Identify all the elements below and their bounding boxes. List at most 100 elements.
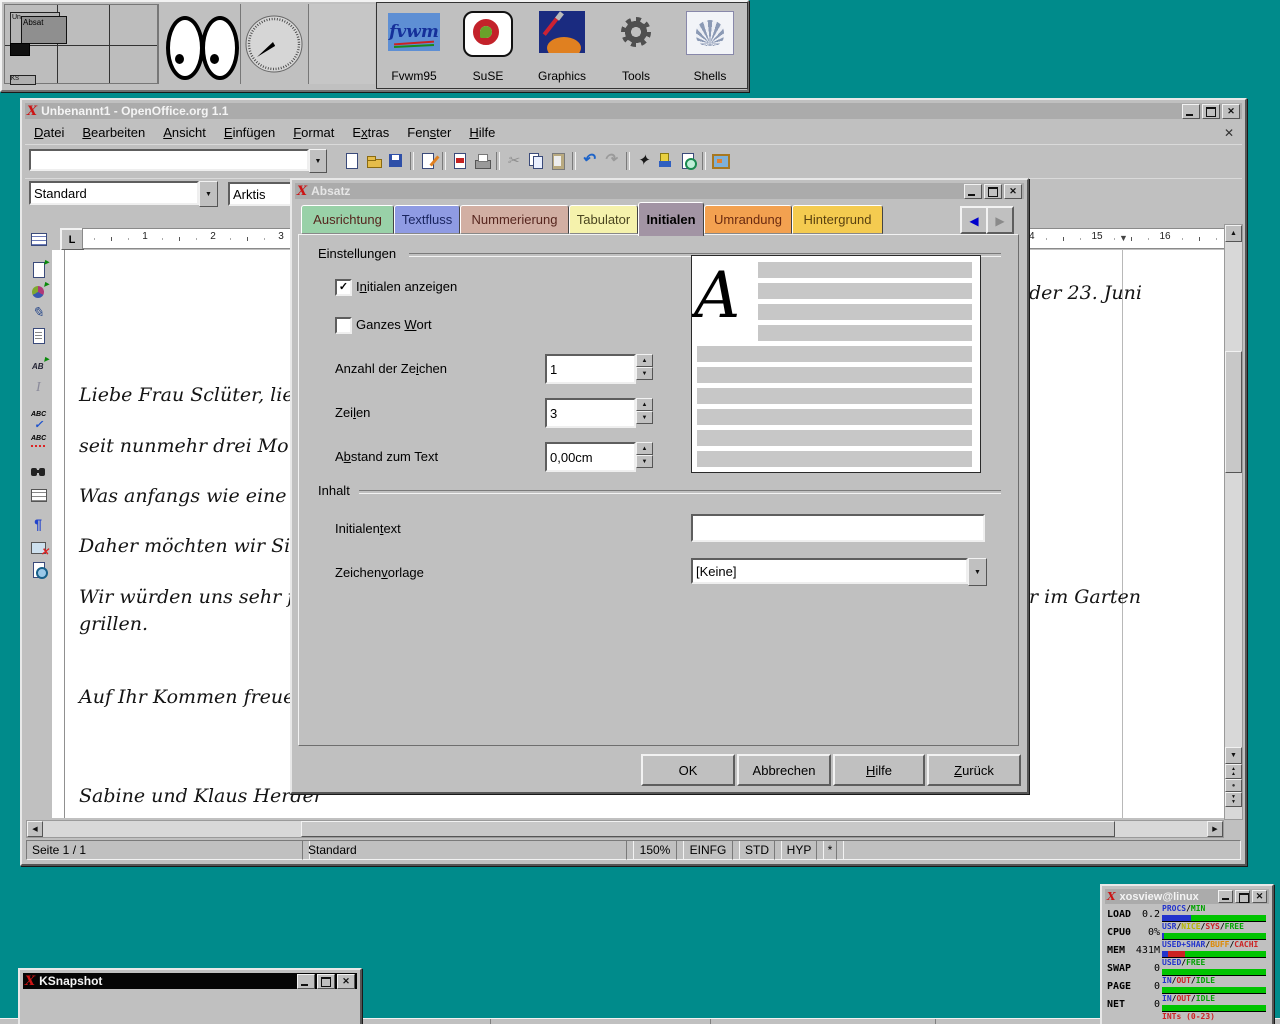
cut-button[interactable]: [503, 150, 525, 172]
pager-mini-window-dialog[interactable]: Absat: [21, 16, 67, 44]
tab-nummerierung[interactable]: Nummerierung: [460, 205, 569, 234]
launcher-graphics[interactable]: Graphics: [527, 5, 597, 85]
char-style-dropdown-button[interactable]: [968, 558, 987, 586]
num-chars-down-button[interactable]: [636, 367, 653, 380]
whole-word-label[interactable]: Ganzes Wort: [356, 317, 432, 332]
lines-down-button[interactable]: [636, 411, 653, 424]
insert-table-button[interactable]: [28, 228, 50, 250]
ksnapshot-maximize-button[interactable]: [317, 974, 335, 989]
minimize-button[interactable]: [1182, 104, 1200, 119]
pager-mini-window-ksnapshot[interactable]: KS: [10, 75, 36, 85]
status-page-style[interactable]: Standard: [302, 840, 634, 860]
dialog-maximize-button[interactable]: [984, 184, 1002, 199]
xosview-maximize-button[interactable]: [1235, 890, 1250, 903]
num-chars-up-button[interactable]: [636, 354, 653, 367]
spellcheck-button[interactable]: [28, 409, 50, 431]
num-chars-input[interactable]: 1: [545, 354, 636, 384]
tab-ausrichtung[interactable]: Ausrichtung: [301, 205, 394, 234]
distance-down-button[interactable]: [636, 455, 653, 468]
fvwm-pager[interactable]: Un Absat KS: [4, 4, 158, 84]
pager-mini-window-icon[interactable]: [10, 43, 30, 56]
launcher-shells[interactable]: Shells: [675, 5, 745, 85]
insert-button[interactable]: [28, 259, 50, 281]
close-button[interactable]: [1222, 104, 1240, 119]
paste-button[interactable]: [547, 150, 569, 172]
dialog-title-bar[interactable]: X Absatz: [295, 183, 1024, 199]
copy-button[interactable]: [525, 150, 547, 172]
cancel-button[interactable]: Abbrechen: [737, 754, 831, 786]
scroll-left-button[interactable]: [27, 821, 43, 837]
tab-initialen[interactable]: Initialen: [638, 202, 704, 236]
horizontal-scrollbar[interactable]: [26, 820, 1224, 838]
office-title-bar[interactable]: X Unbenannt1 - OpenOffice.org 1.1: [25, 103, 1242, 119]
new-document-button[interactable]: [341, 150, 363, 172]
gallery-button[interactable]: [709, 150, 731, 172]
reset-button[interactable]: Zurück: [927, 754, 1021, 786]
menu-ansicht[interactable]: Ansicht: [154, 122, 215, 143]
dialog-minimize-button[interactable]: [964, 184, 982, 199]
menu-einfuegen[interactable]: Einfügen: [215, 122, 284, 143]
tab-umrandung[interactable]: Umrandung: [704, 205, 792, 234]
show-dropcaps-checkbox[interactable]: [335, 279, 352, 296]
xosview-title-bar[interactable]: X xosview@linux: [1105, 889, 1269, 904]
lines-input[interactable]: 3: [545, 398, 636, 428]
menu-bearbeiten[interactable]: Bearbeiten: [73, 122, 154, 143]
form-functions-button[interactable]: [28, 325, 50, 347]
char-style-value[interactable]: [Keine]: [691, 558, 968, 584]
autotext-button[interactable]: [28, 356, 50, 378]
show-dropcaps-label[interactable]: Initialen anzeigen: [356, 279, 457, 294]
menu-fenster[interactable]: Fenster: [398, 122, 460, 143]
scroll-right-button[interactable]: [1207, 821, 1223, 837]
style-dropdown-button[interactable]: [199, 181, 218, 207]
navigator-button[interactable]: [633, 150, 655, 172]
data-sources-button[interactable]: [28, 484, 50, 506]
launcher-tools[interactable]: Tools: [601, 5, 671, 85]
find-replace-button[interactable]: [28, 462, 50, 484]
hyperlink-button[interactable]: [677, 150, 699, 172]
help-button[interactable]: Hilfe: [833, 754, 925, 786]
lines-up-button[interactable]: [636, 398, 653, 411]
ksnapshot-close-button[interactable]: [337, 974, 355, 989]
tab-hintergrund[interactable]: Hintergrund: [792, 205, 883, 234]
ksnapshot-title-bar[interactable]: X KSnapshot: [23, 973, 357, 989]
menu-extras[interactable]: Extras: [343, 122, 398, 143]
export-pdf-button[interactable]: [449, 150, 471, 172]
blank-button[interactable]: [308, 4, 375, 84]
next-page-button[interactable]: [1225, 792, 1242, 807]
tab-scroll-left-button[interactable]: [960, 206, 988, 234]
ksnapshot-minimize-button[interactable]: [297, 974, 315, 989]
edit-file-button[interactable]: [417, 150, 439, 172]
vscroll-thumb[interactable]: [1225, 351, 1242, 473]
whole-word-checkbox[interactable]: [335, 317, 352, 334]
url-dropdown-button[interactable]: [309, 149, 327, 173]
online-layout-button[interactable]: [28, 559, 50, 581]
insert-object-button[interactable]: [28, 281, 50, 303]
tab-textfluss[interactable]: Textfluss: [394, 205, 460, 234]
autospellcheck-button[interactable]: [28, 431, 50, 453]
paragraph-style-input[interactable]: Standard: [29, 181, 199, 205]
undo-button[interactable]: [579, 150, 601, 172]
distance-input[interactable]: 0,00cm: [545, 442, 636, 472]
status-insert-mode[interactable]: EINFG: [676, 840, 740, 860]
open-button[interactable]: [363, 150, 385, 172]
print-button[interactable]: [471, 150, 493, 172]
hscroll-thumb[interactable]: [301, 821, 1115, 837]
menu-hilfe[interactable]: Hilfe: [460, 122, 504, 143]
ok-button[interactable]: OK: [641, 754, 735, 786]
right-indent-marker[interactable]: ▼: [1119, 233, 1128, 243]
save-button[interactable]: [385, 150, 407, 172]
navigation-button[interactable]: [1225, 779, 1242, 792]
scroll-up-button[interactable]: [1225, 225, 1242, 242]
draw-functions-button[interactable]: [28, 303, 50, 325]
launcher-suse[interactable]: SuSE: [453, 5, 523, 85]
images-onoff-button[interactable]: [28, 537, 50, 559]
distance-up-button[interactable]: [636, 442, 653, 455]
direct-cursor-button[interactable]: [28, 378, 50, 400]
previous-page-button[interactable]: [1225, 764, 1242, 779]
menu-format[interactable]: Format: [284, 122, 343, 143]
nonprinting-chars-button[interactable]: [28, 515, 50, 537]
document-close-icon[interactable]: ✕: [1224, 126, 1234, 140]
dropcap-text-input[interactable]: [691, 514, 985, 542]
launcher-fvwm95[interactable]: fvwm Fvwm95: [379, 5, 449, 85]
dialog-close-button[interactable]: [1004, 184, 1022, 199]
